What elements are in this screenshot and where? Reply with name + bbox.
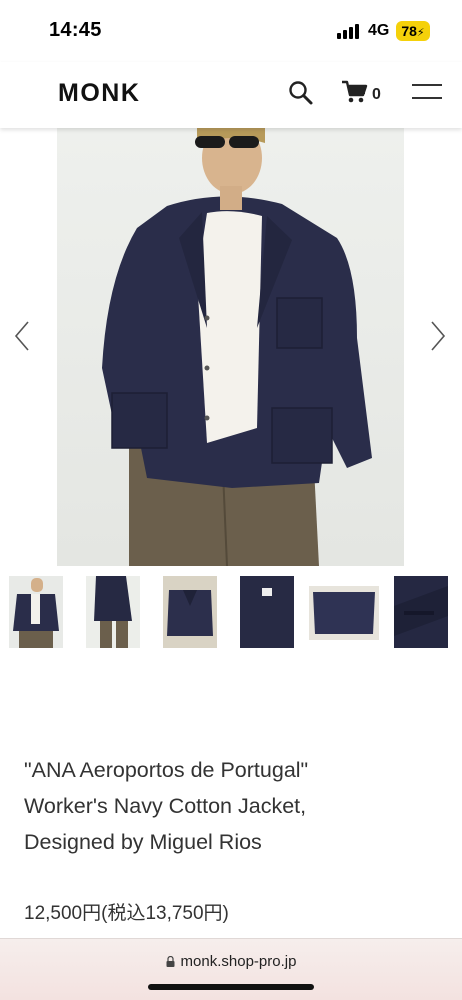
url-display[interactable]: monk.shop-pro.jp (0, 953, 462, 970)
network-label: 4G (368, 22, 390, 39)
cart-button[interactable]: 0 (340, 78, 390, 110)
thumbnail-4[interactable] (240, 576, 294, 648)
thumbnail-3[interactable] (163, 576, 217, 648)
status-bar: 14:45 4G 78⚡ (0, 0, 462, 62)
page: 14:45 4G 78⚡ MONK 0 "ANA Aeroportos de P… (0, 0, 462, 1000)
status-time: 14:45 (49, 19, 102, 41)
battery-icon: 78⚡ (396, 21, 430, 41)
browser-address-bar[interactable]: monk.shop-pro.jp (0, 938, 462, 1000)
lock-icon (166, 954, 175, 967)
product-main-image[interactable] (57, 128, 404, 566)
cart-icon (342, 80, 368, 103)
product-title-line: Worker's Navy Cotton Jacket, (24, 794, 307, 818)
menu-button[interactable] (410, 80, 444, 104)
thumbnail-1[interactable] (9, 576, 63, 648)
signal-icon (337, 23, 361, 39)
product-title-line: "ANA Aeroportos de Portugal" (24, 758, 309, 782)
thumbnail-6[interactable] (394, 576, 448, 648)
product-title-line: Designed by Miguel Rios (24, 830, 262, 854)
battery-level: 78 (401, 23, 417, 39)
product-price: 12,500円(税込13,750円) (24, 903, 229, 924)
thumbnail-2[interactable] (86, 576, 140, 648)
search-button[interactable] (286, 78, 316, 108)
cart-count: 0 (372, 86, 381, 103)
chevron-right-icon (431, 321, 446, 351)
chevron-left-icon (14, 321, 29, 351)
next-image-button[interactable] (426, 318, 452, 354)
site-logo[interactable]: MONK (58, 79, 140, 108)
thumbnail-5[interactable] (309, 586, 379, 640)
home-indicator[interactable] (148, 984, 314, 990)
product-photo (57, 128, 404, 566)
site-header: MONK 0 (0, 62, 462, 128)
thumbnail-strip (0, 576, 462, 648)
hamburger-menu-icon (412, 84, 442, 86)
previous-image-button[interactable] (10, 318, 36, 354)
product-title: "ANA Aeroportos de Portugal" Worker's Na… (24, 752, 444, 860)
url-text: monk.shop-pro.jp (180, 953, 297, 970)
search-icon (289, 81, 313, 105)
